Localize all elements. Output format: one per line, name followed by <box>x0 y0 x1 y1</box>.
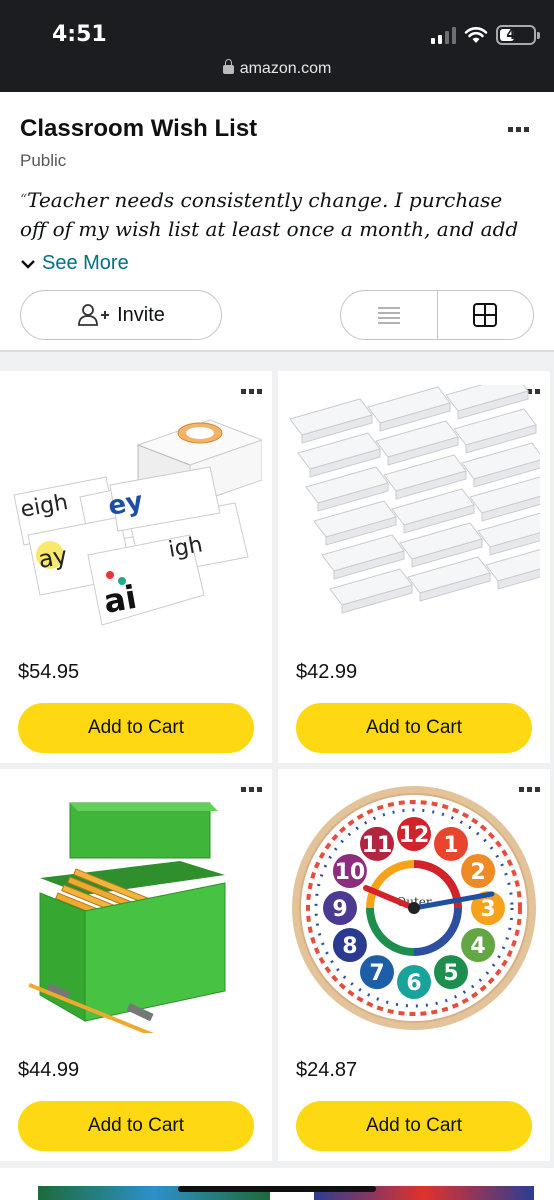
status-icons: 45 <box>431 22 540 48</box>
green-pencil-box-image[interactable] <box>10 783 262 1033</box>
hour-label: 2 <box>470 860 485 885</box>
hour-label: 6 <box>406 971 421 996</box>
browser-top-bar: 4:51 45 amazon.com <box>0 0 554 92</box>
hour-label: 1 <box>443 833 458 858</box>
item-price: $44.99 <box>18 1059 80 1081</box>
svg-text:ay: ay <box>36 541 69 574</box>
phonics-flash-cards-image[interactable]: eigh ey ay igh ai <box>10 385 262 635</box>
see-more-link[interactable]: See More <box>20 252 129 275</box>
hour-label: 8 <box>342 934 357 959</box>
view-toggle <box>340 290 534 340</box>
list-view-button[interactable] <box>341 291 437 339</box>
wishlist-item-card[interactable]: $44.99 Add to Cart <box>0 769 272 1161</box>
hour-label: 11 <box>362 833 393 858</box>
chevron-down-icon <box>21 259 35 269</box>
item-price: $42.99 <box>296 661 358 683</box>
next-row-peek <box>0 1168 554 1200</box>
wifi-icon <box>464 27 488 43</box>
hour-label: 4 <box>470 934 485 959</box>
hour-label: 3 <box>480 897 495 922</box>
invite-label: Invite <box>117 303 165 326</box>
list-view-icon <box>377 307 400 324</box>
url-text: amazon.com <box>239 60 332 77</box>
battery-icon: 45 <box>496 25 540 45</box>
description-text: Teacher needs consistently change. I pur… <box>20 188 519 241</box>
add-to-cart-button[interactable]: Add to Cart <box>296 703 532 753</box>
status-time: 4:51 <box>52 22 107 47</box>
add-to-cart-button[interactable]: Add to Cart <box>18 703 254 753</box>
battery-percent: 45 <box>506 27 526 43</box>
list-more-options-icon[interactable] <box>508 127 529 132</box>
list-title: Classroom Wish List <box>20 115 258 142</box>
wishlist-item-card[interactable]: 121234567891011Outer $24.87 Add to Cart <box>278 769 550 1161</box>
add-to-cart-button[interactable]: Add to Cart <box>18 1101 254 1151</box>
hour-label: 12 <box>399 823 430 848</box>
grid-view-icon <box>473 303 498 327</box>
grid-view-button[interactable] <box>436 291 534 339</box>
list-visibility: Public <box>20 151 67 170</box>
svg-text:ey: ey <box>106 486 145 522</box>
acrylic-name-plates-image[interactable] <box>288 385 540 635</box>
see-more-label: See More <box>42 252 129 274</box>
invite-button[interactable]: Invite <box>20 290 222 340</box>
add-to-cart-button[interactable]: Add to Cart <box>296 1101 532 1151</box>
add-person-icon <box>78 304 110 326</box>
hour-label: 5 <box>443 961 458 986</box>
address-bar[interactable]: amazon.com <box>0 59 554 78</box>
item-price: $54.95 <box>18 661 80 683</box>
home-indicator <box>178 1186 376 1192</box>
hour-label: 7 <box>369 961 384 986</box>
hour-label: 9 <box>332 897 347 922</box>
wishlist-item-card[interactable]: eigh ey ay igh ai $54.95 Add to Cart <box>0 371 272 763</box>
cellular-signal-icon <box>431 26 456 44</box>
wishlist-item-card[interactable]: $42.99 Add to Cart <box>278 371 550 763</box>
clock-center <box>408 902 420 914</box>
list-description: “Teacher needs consistently change. I pu… <box>20 186 530 242</box>
teaching-clock-image[interactable]: 121234567891011Outer <box>288 783 540 1033</box>
lock-icon <box>222 59 234 74</box>
item-price: $24.87 <box>296 1059 358 1081</box>
hour-label: 10 <box>335 860 366 885</box>
